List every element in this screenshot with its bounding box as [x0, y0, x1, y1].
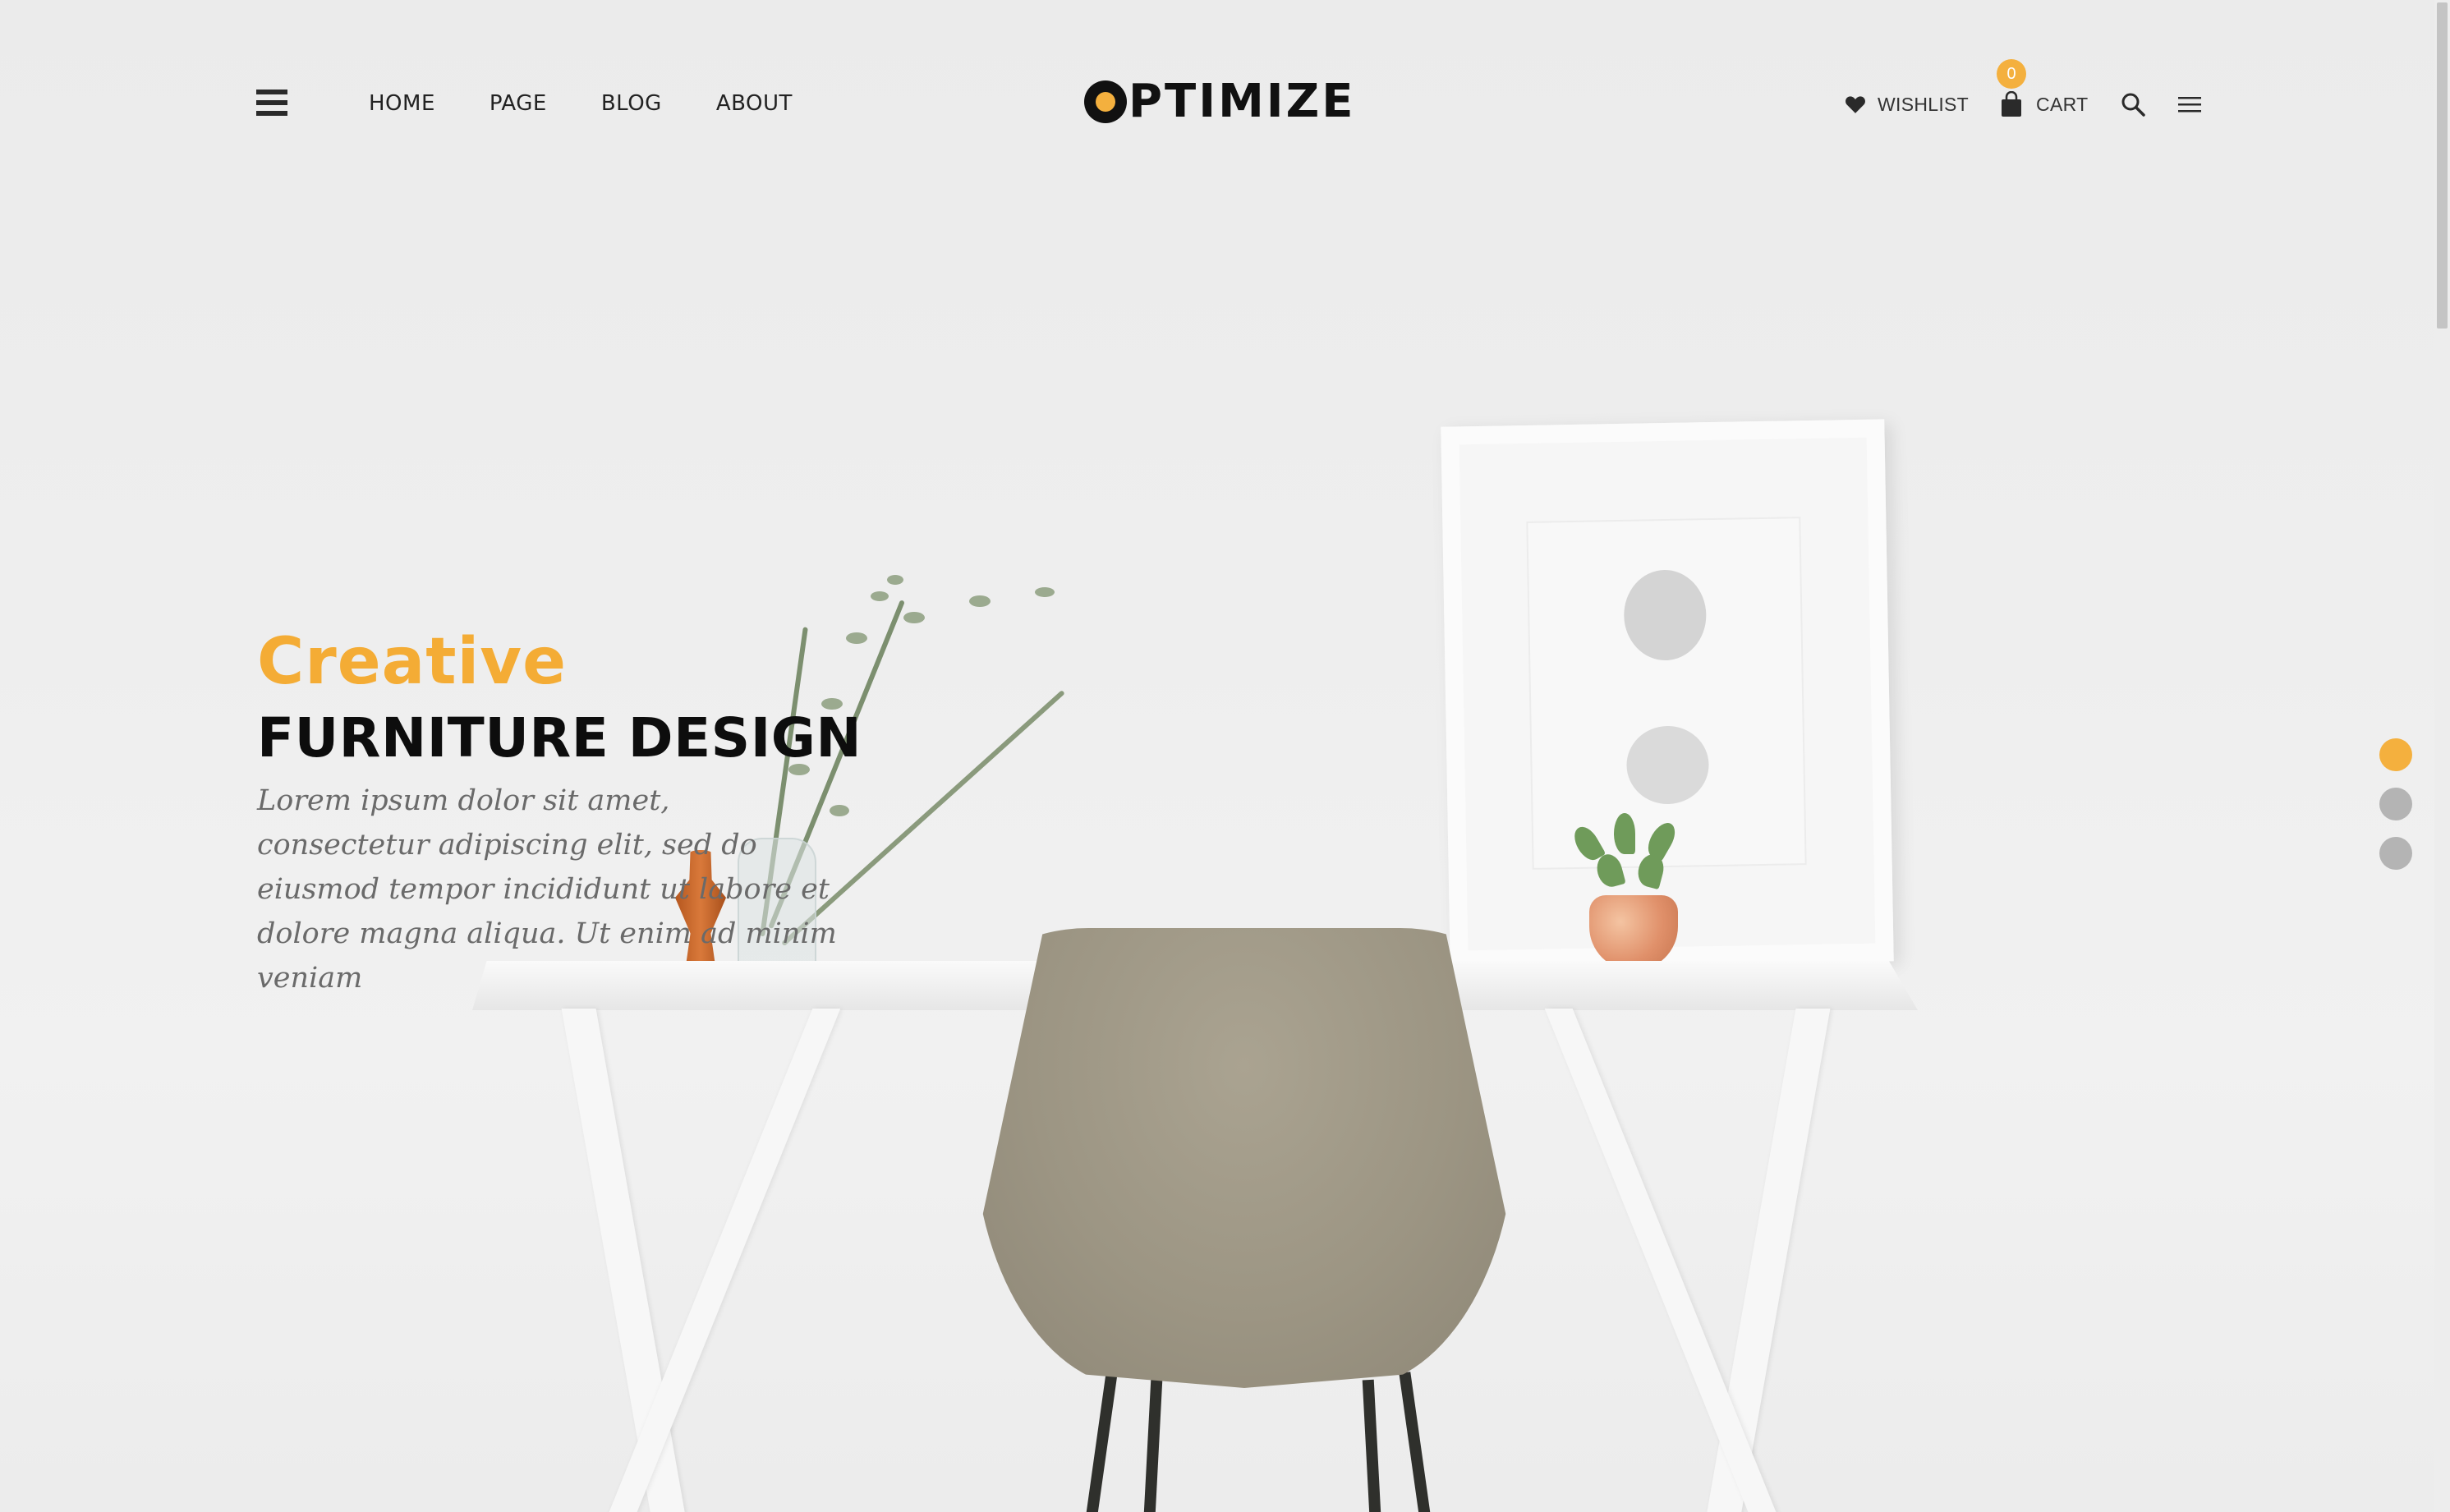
- slider-dot[interactable]: [2379, 788, 2412, 820]
- leaf: [969, 595, 991, 607]
- wishlist-link[interactable]: WISHLIST: [1845, 94, 1969, 116]
- leaf: [887, 575, 903, 585]
- search-icon[interactable]: [2121, 92, 2146, 117]
- main-nav: HOME PAGE BLOG ABOUT: [369, 90, 793, 117]
- hamburger-icon[interactable]: [256, 90, 287, 117]
- logo-text: PTIMIZE: [1128, 75, 1356, 128]
- menu-lines-icon[interactable]: [2178, 95, 2202, 113]
- cart-label: CART: [2036, 93, 2089, 115]
- header-actions: WISHLIST 0 CART: [1845, 59, 2202, 120]
- leaf: [903, 612, 925, 623]
- page-scrollbar[interactable]: [2434, 0, 2450, 1512]
- frame-artwork: [1526, 517, 1807, 870]
- hero-title: FURNITURE DESIGN: [257, 706, 862, 770]
- slider-dot[interactable]: [2379, 738, 2412, 771]
- scrollbar-thumb[interactable]: [2437, 2, 2448, 329]
- slider-pagination: [2379, 738, 2412, 886]
- slider-dot[interactable]: [2379, 837, 2412, 870]
- artwork-circle: [1625, 725, 1710, 805]
- nav-page[interactable]: PAGE: [490, 90, 547, 117]
- nav-home[interactable]: HOME: [369, 90, 435, 117]
- logo-o-icon: [1084, 80, 1127, 123]
- wall-picture-frame: [1441, 419, 1894, 969]
- chair: [973, 928, 1515, 1388]
- site-logo[interactable]: PTIMIZE: [1084, 76, 1356, 128]
- cart-link[interactable]: 0 CART: [1997, 59, 2089, 117]
- chair-leg: [1399, 1372, 1438, 1512]
- chair-leg: [1362, 1379, 1385, 1512]
- succulent-leaf: [1614, 813, 1635, 854]
- hero-kicker: Creative: [257, 625, 568, 699]
- leaf: [1035, 587, 1055, 597]
- leaf: [871, 591, 889, 601]
- chair-leg: [1078, 1372, 1118, 1512]
- wishlist-label: WISHLIST: [1878, 93, 1970, 115]
- desk-leg: [561, 1009, 689, 1512]
- nav-about[interactable]: ABOUT: [716, 90, 793, 117]
- hero-description: Lorem ipsum dolor sit amet, consectetur …: [257, 784, 837, 995]
- cart-count-badge: 0: [1997, 59, 2027, 89]
- hero-copy: Creative FURNITURE DESIGN Lorem ipsum do…: [257, 624, 881, 1000]
- nav-blog[interactable]: BLOG: [601, 90, 662, 117]
- heart-icon: [1846, 96, 1865, 113]
- artwork-circle: [1623, 569, 1708, 661]
- chair-leg: [1140, 1379, 1163, 1512]
- shopping-bag-icon: [2002, 91, 2022, 117]
